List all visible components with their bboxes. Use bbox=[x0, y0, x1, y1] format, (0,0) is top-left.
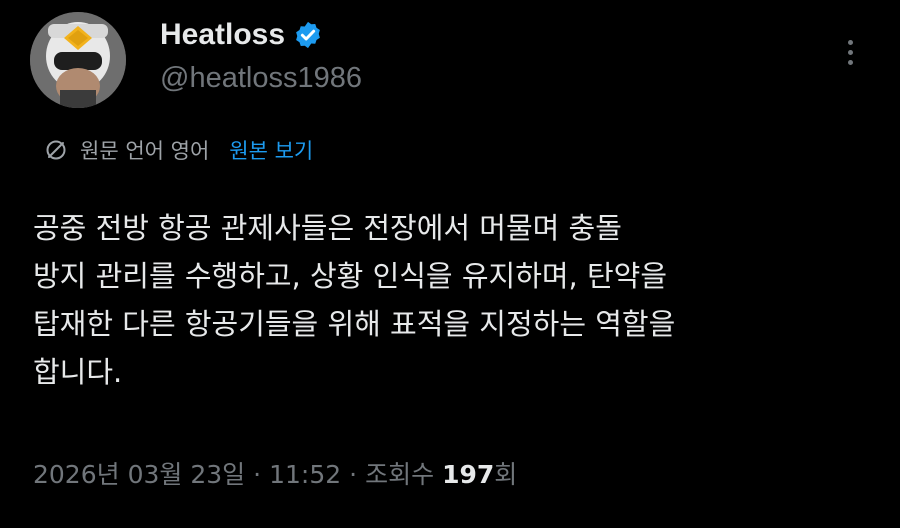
user-handle[interactable]: @heatloss1986 bbox=[160, 62, 362, 95]
dot-icon bbox=[847, 39, 853, 45]
show-original-link[interactable]: 원본 보기 bbox=[229, 135, 313, 165]
tweet-text-line: 공중 전방 항공 관제사들은 전장에서 머물며 충돌 bbox=[33, 211, 622, 245]
pilot-helmet-avatar-icon bbox=[30, 12, 126, 108]
dot-icon bbox=[847, 49, 853, 55]
views-count[interactable]: 197 bbox=[442, 460, 494, 489]
tweet-text-line: 탑재한 다른 항공기들을 위해 표적을 지정하는 역할을 bbox=[33, 307, 676, 341]
translation-label: 원문 언어 영어 bbox=[80, 139, 210, 163]
tweet-metadata: 2026년 03월 23일 · 11:52 · 조회수 197 회 bbox=[33, 455, 517, 491]
separator: · bbox=[349, 460, 358, 489]
separator: · bbox=[253, 460, 262, 489]
post-time[interactable]: 11:52 bbox=[269, 460, 341, 489]
tweet-text-line: 합니다. bbox=[33, 355, 123, 389]
translate-icon bbox=[46, 140, 66, 160]
dot-icon bbox=[847, 59, 853, 65]
tweet-text-line: 방지 관리를 수행하고, 상황 인식을 유지하며, 탄약을 bbox=[33, 259, 668, 293]
verified-badge-icon[interactable] bbox=[293, 20, 323, 50]
post-date[interactable]: 2026년 03월 23일 bbox=[33, 455, 245, 491]
tweet-text: 공중 전방 항공 관제사들은 전장에서 머물며 충돌 방지 관리를 수행하고, … bbox=[33, 204, 873, 396]
more-options-button[interactable] bbox=[838, 34, 862, 70]
views-label: 조회수 bbox=[365, 460, 435, 489]
avatar[interactable] bbox=[30, 12, 126, 108]
display-name[interactable]: Heatloss bbox=[160, 18, 285, 52]
translation-notice: 원문 언어 영어 원본 보기 bbox=[44, 135, 313, 165]
views-unit: 회 bbox=[494, 460, 518, 489]
